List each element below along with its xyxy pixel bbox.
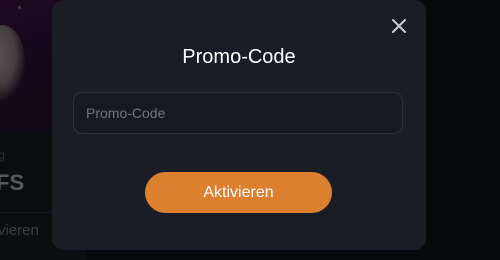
promo-code-input[interactable] bbox=[73, 92, 403, 134]
promo-code-modal: Promo-Code Aktivieren bbox=[52, 0, 426, 250]
modal-title: Promo-Code bbox=[182, 46, 296, 68]
close-button[interactable] bbox=[390, 17, 408, 35]
close-icon bbox=[392, 19, 406, 33]
screen: g FS vieren Promo-Code Aktivieren bbox=[0, 0, 500, 260]
activate-button[interactable]: Aktivieren bbox=[145, 172, 332, 213]
